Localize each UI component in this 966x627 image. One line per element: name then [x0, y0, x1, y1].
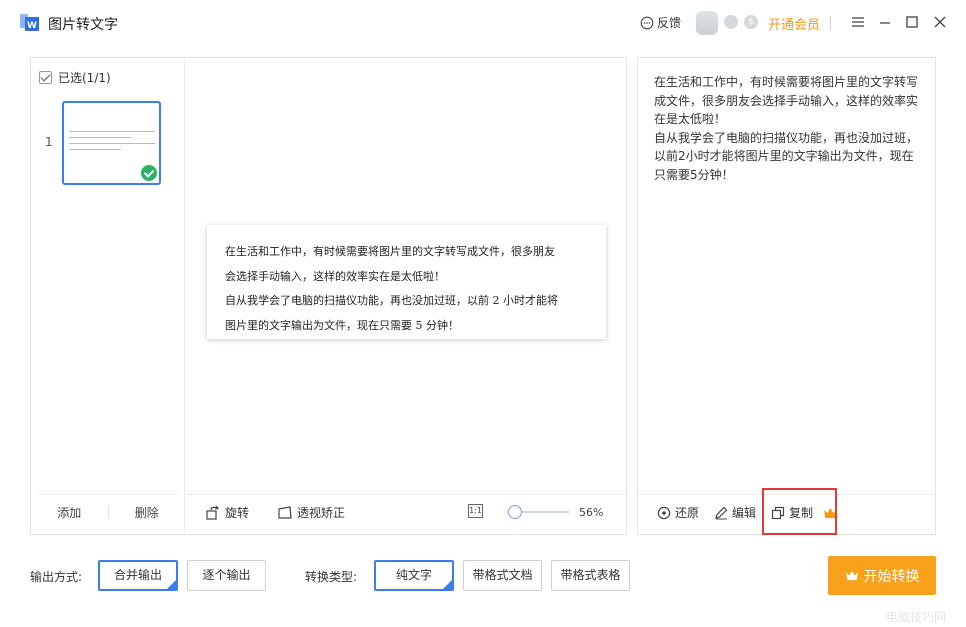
doc-line: 自从我学会了电脑的扫描仪功能，再也没加过班，以前 2 小时才能将: [225, 294, 558, 307]
crown-icon: [824, 507, 838, 518]
zoom-slider-handle[interactable]: [508, 505, 522, 519]
edit-label: 编辑: [732, 506, 757, 520]
user-avatar[interactable]: [696, 11, 718, 35]
doc-line: 图片里的文字输出为文件，现在只需要 5 分钟！: [225, 318, 459, 332]
rotate-icon: [206, 505, 220, 520]
check-circle-icon: [141, 165, 157, 181]
feedback-button[interactable]: 反馈: [640, 14, 681, 31]
doc-line: 会选择手动输入，这样的效率实在是太低啦！: [225, 269, 445, 283]
add-button[interactable]: 添加: [31, 504, 108, 521]
pencil-icon: [715, 506, 728, 519]
formatted-table-option[interactable]: 带格式表格: [551, 560, 630, 591]
restore-button[interactable]: 还原: [657, 504, 699, 521]
close-icon[interactable]: [931, 12, 949, 32]
output-mode-label: 输出方式:: [30, 570, 83, 584]
copy-button[interactable]: 复制: [771, 504, 838, 521]
thumbnail-item[interactable]: [62, 101, 161, 185]
copy-label: 复制: [789, 506, 814, 520]
app-title: 图片转文字: [48, 17, 118, 33]
coin-badge-icon: $: [744, 15, 758, 29]
result-panel: 在生活和工作中，有时候需要将图片里的文字转写 成文件，很多朋友会选择手动输入，这…: [637, 57, 936, 535]
result-text[interactable]: 在生活和工作中，有时候需要将图片里的文字转写 成文件，很多朋友会选择手动输入，这…: [654, 73, 926, 184]
convert-type-label: 转换类型:: [305, 570, 358, 584]
crown-badge-icon: [724, 15, 738, 29]
perspective-icon: [278, 505, 292, 519]
thumbnail-actions: 添加 删除: [31, 504, 185, 521]
rotate-label: 旋转: [225, 506, 250, 520]
result-line: 只需要5分钟！: [654, 167, 734, 182]
image-preview: 在生活和工作中，有时候需要将图片里的文字转写成文件，很多朋友 会选择手动输入，这…: [186, 58, 626, 494]
start-convert-button[interactable]: 开始转换: [828, 556, 936, 595]
formatted-doc-option[interactable]: 带格式文档: [463, 560, 542, 591]
actual-size-button[interactable]: 1:1: [468, 504, 483, 518]
result-line: 以前2小时才能将图片里的文字输出为文件，现在: [654, 149, 914, 163]
menu-icon[interactable]: [849, 12, 867, 32]
edit-button[interactable]: 编辑: [714, 504, 756, 521]
thumbnail-divider: [38, 494, 178, 495]
title-bar: W 图片转文字 反馈 $ 开通会员: [0, 0, 966, 46]
start-convert-label: 开始转换: [863, 568, 920, 585]
thumbnail-number: 1: [45, 135, 53, 149]
vip-button[interactable]: 开通会员: [768, 14, 820, 33]
crown-icon: [845, 570, 858, 581]
result-line: 成文件，很多朋友会选择手动输入，这样的效率实: [654, 93, 919, 108]
result-divider: [638, 494, 935, 495]
output-individual-option[interactable]: 逐个输出: [187, 560, 266, 591]
minimize-icon[interactable]: [876, 12, 894, 32]
chat-bubble-icon: [640, 16, 654, 29]
result-line: 自从我学会了电脑的扫描仪功能，再也没加过班，: [654, 130, 919, 145]
select-all-checkbox[interactable]: 已选(1/1): [39, 69, 111, 86]
output-merge-option[interactable]: 合并输出: [98, 560, 178, 591]
feedback-label: 反馈: [657, 16, 682, 30]
zoom-percent: 56%: [579, 506, 604, 519]
delete-button[interactable]: 删除: [109, 504, 186, 521]
app-logo-icon: W: [20, 14, 39, 31]
thumbnail-list: 已选(1/1) 1 添加 删除: [31, 58, 185, 534]
perspective-correct-button[interactable]: 透视矫正: [277, 504, 345, 521]
selected-count-label: 已选(1/1): [58, 71, 111, 85]
perspective-label: 透视矫正: [297, 506, 346, 520]
watermark: 电脑技巧网: [886, 610, 947, 624]
result-line: 在生活和工作中，有时候需要将图片里的文字转写: [654, 75, 919, 89]
plain-text-option[interactable]: 纯文字: [374, 560, 454, 591]
preview-document: 在生活和工作中，有时候需要将图片里的文字转写成文件，很多朋友 会选择手动输入，这…: [207, 225, 606, 339]
restore-icon: [657, 506, 671, 519]
restore-label: 还原: [675, 506, 700, 520]
doc-line: 在生活和工作中，有时候需要将图片里的文字转写成文件，很多朋友: [225, 245, 555, 258]
copy-icon: [771, 506, 785, 519]
svg-text:W: W: [27, 21, 37, 31]
result-line: 在是太低啦！: [654, 112, 727, 126]
checkbox-checked-icon: [39, 71, 52, 84]
rotate-button[interactable]: 旋转: [205, 504, 249, 521]
preview-divider: [186, 494, 626, 495]
image-panel: 已选(1/1) 1 添加 删除 在生活和工作中，有时候需要将图片里的文字转写成文…: [30, 57, 627, 535]
titlebar-divider: [830, 16, 831, 30]
maximize-icon[interactable]: [903, 12, 921, 32]
